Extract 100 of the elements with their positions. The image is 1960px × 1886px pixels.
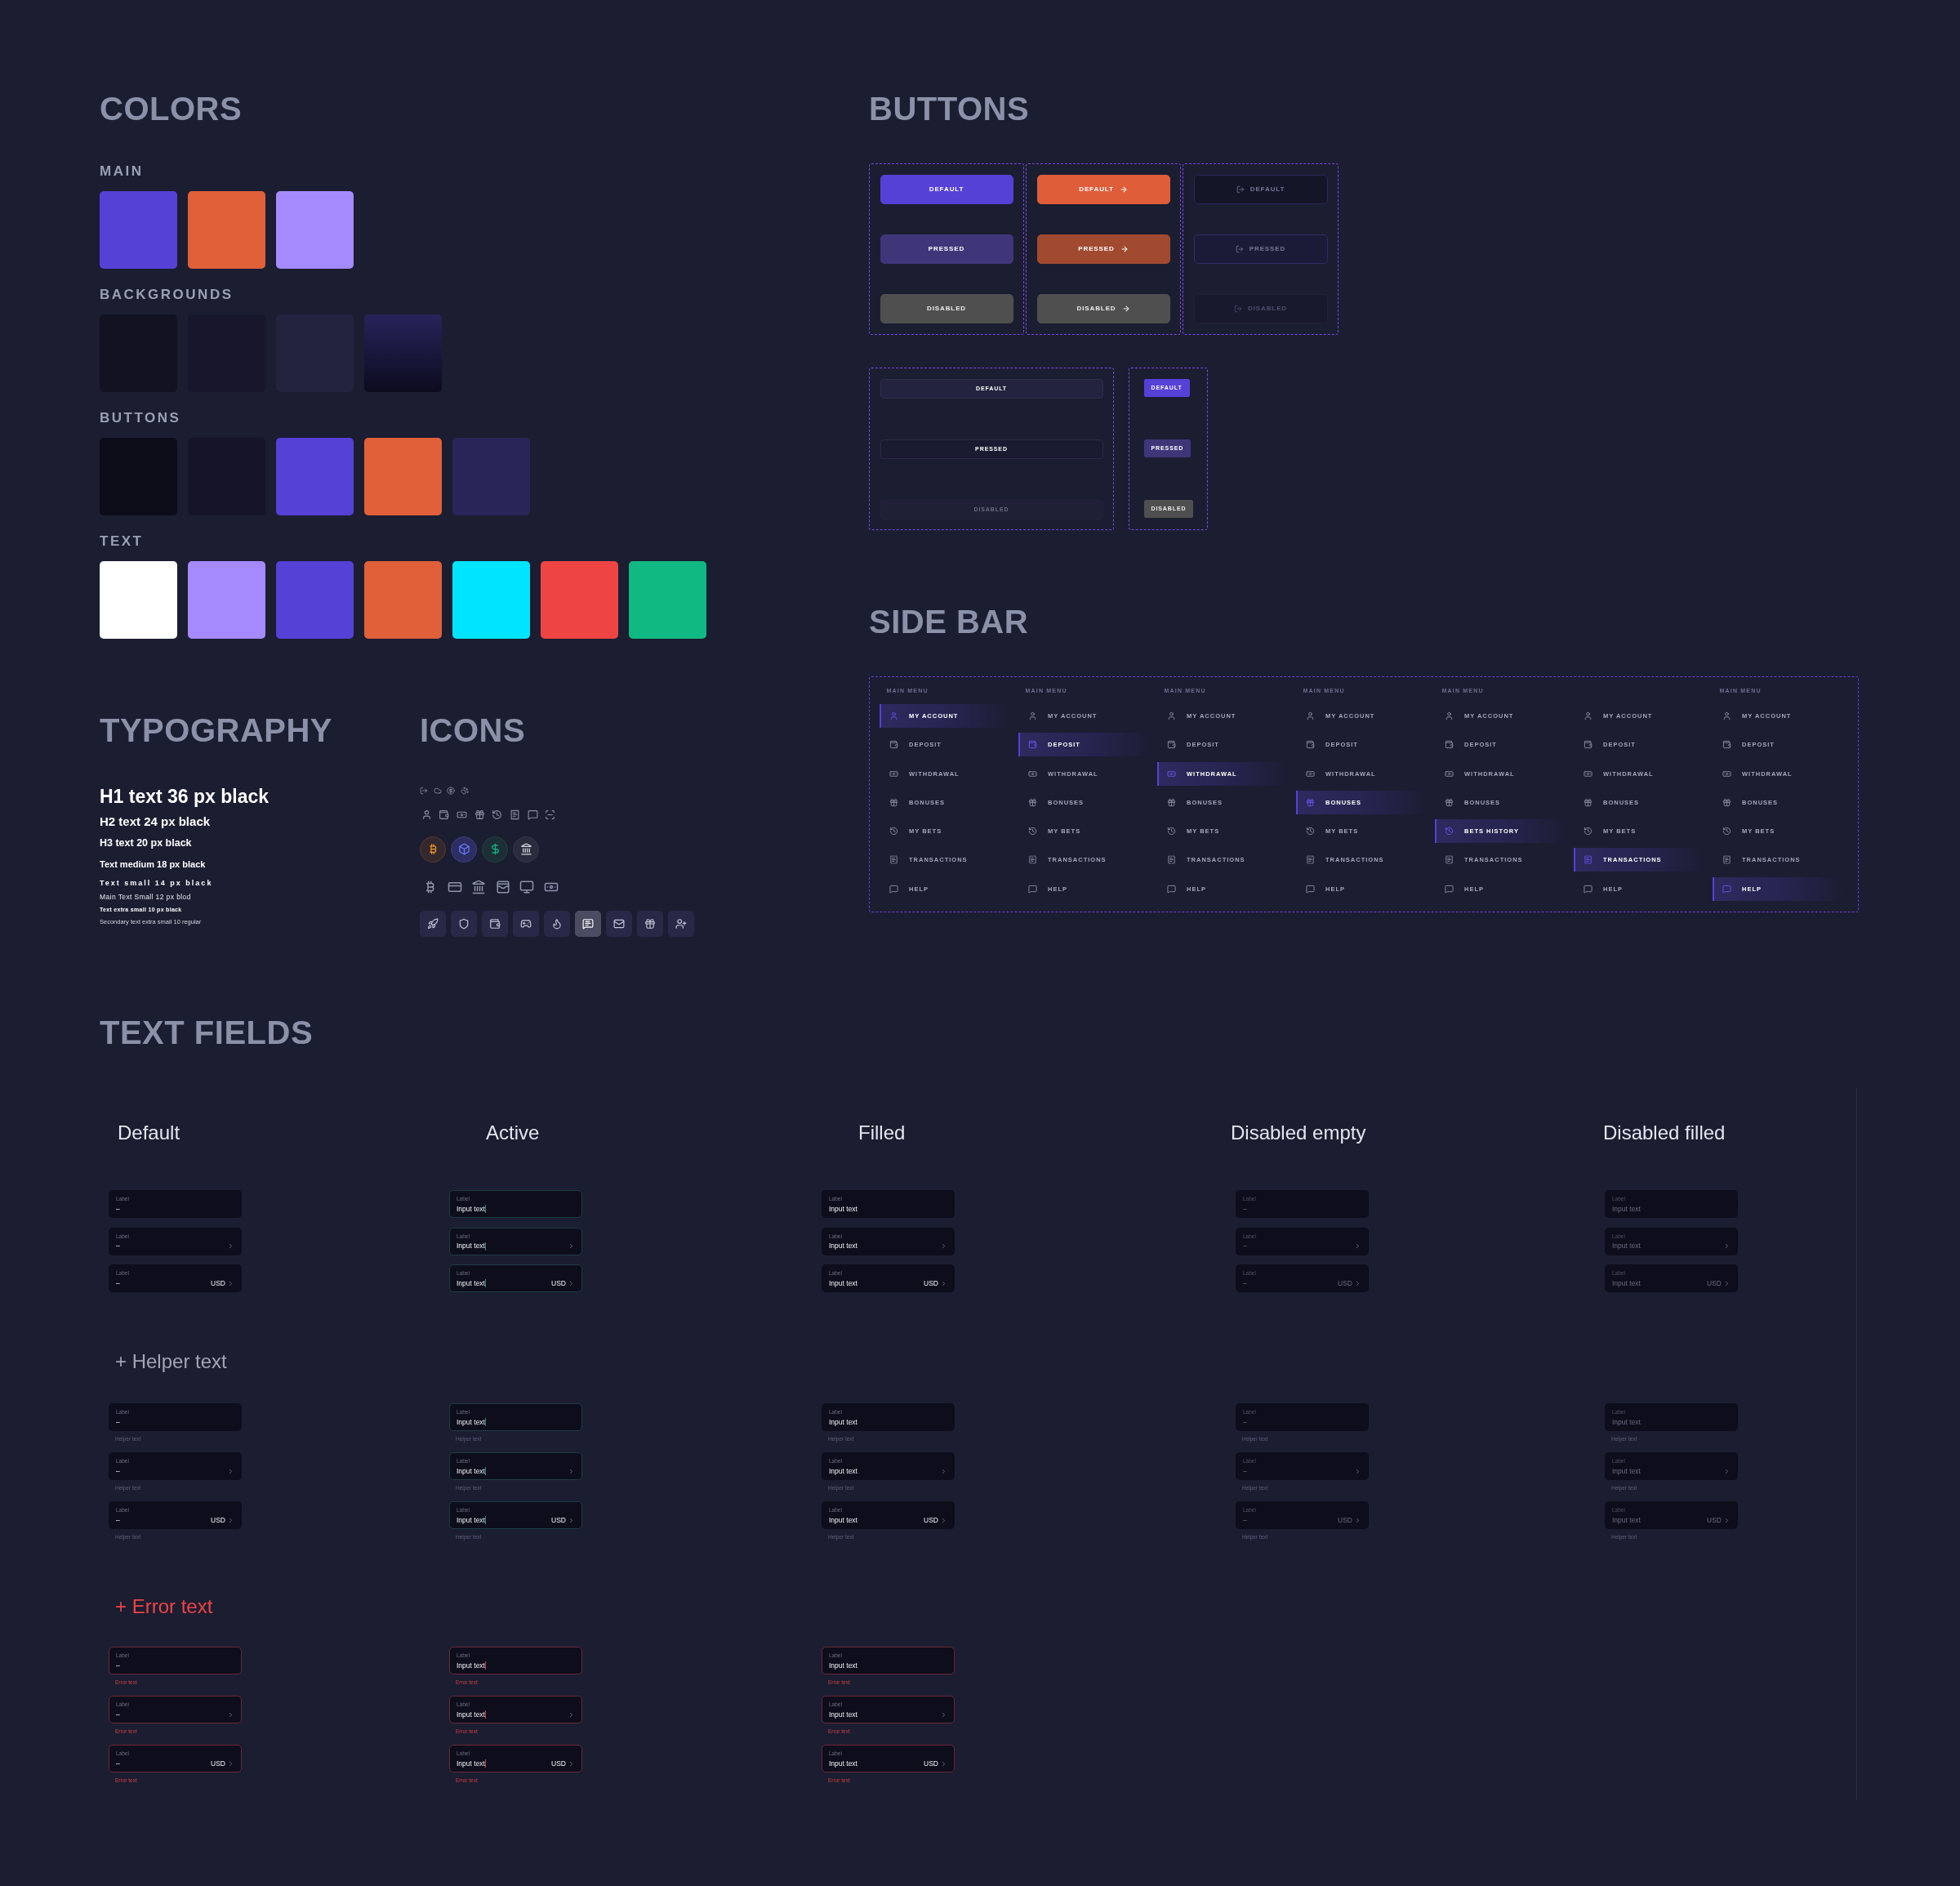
receipt-icon: [1445, 855, 1454, 865]
field-value: Input text: [829, 1204, 858, 1214]
receipt-icon: [1167, 855, 1176, 865]
field-value: –: [116, 1466, 120, 1476]
field-value: Input text: [457, 1417, 485, 1427]
history-icon: [1445, 827, 1454, 836]
field-value: –: [1243, 1242, 1247, 1251]
currency-label: USD: [1707, 1515, 1722, 1525]
currency-label: USD: [924, 1515, 938, 1525]
accent-button[interactable]: PRESSED: [1036, 234, 1170, 264]
field-value: Input text: [1612, 1278, 1641, 1288]
field-value: Input text: [829, 1515, 858, 1525]
gift-icon[interactable]: [637, 910, 663, 937]
receipt-icon: [1028, 855, 1037, 865]
chat-icon: [1445, 884, 1454, 894]
chat-icon: [1584, 884, 1592, 894]
currency-label: USD: [1338, 1278, 1352, 1288]
wallet-icon[interactable]: [482, 910, 508, 937]
primary-button[interactable]: PRESSED: [880, 234, 1013, 264]
history-icon: [492, 809, 503, 820]
rocket-icon[interactable]: [420, 910, 446, 937]
field-value: Input text: [457, 1759, 485, 1768]
field-value: Input text: [829, 1417, 858, 1427]
field-value: Input text: [457, 1278, 485, 1288]
group-title: + Helper text: [115, 1350, 227, 1373]
user-icon: [1167, 711, 1176, 720]
currency-label: USD: [551, 1515, 566, 1525]
cash-icon: [1028, 769, 1037, 778]
wallet-icon: [1445, 740, 1454, 750]
history-icon: [1028, 827, 1037, 836]
currency-label: USD: [211, 1278, 225, 1288]
receipt-icon: [889, 855, 898, 865]
field-value: –: [116, 1278, 120, 1288]
mail-icon[interactable]: [606, 910, 632, 937]
section-title: COLORS: [100, 90, 243, 128]
field-value: Input text: [457, 1242, 485, 1251]
color-group-title: BUTTONS: [100, 409, 181, 427]
wallet-icon: [889, 740, 898, 750]
field-value: Input text: [457, 1466, 485, 1476]
wallet-icon: [1722, 740, 1731, 750]
text-cursor-icon: [485, 1205, 487, 1213]
history-icon: [1167, 827, 1176, 836]
cube-icon: [451, 836, 477, 863]
arrow-right-icon: [1119, 185, 1128, 194]
text-cursor-icon: [485, 1759, 487, 1768]
user-icon: [1722, 711, 1731, 720]
history-icon: [889, 827, 898, 836]
flame-icon[interactable]: [544, 910, 570, 937]
chat-icon: [1722, 884, 1731, 894]
receipt-icon: [1306, 855, 1315, 865]
field-value: Input text: [1612, 1466, 1641, 1476]
field-value: –: [116, 1242, 120, 1251]
logout-icon: [1235, 244, 1244, 253]
user-icon: [1306, 711, 1315, 720]
field-value: –: [116, 1759, 120, 1768]
text-cursor-icon: [485, 1516, 487, 1524]
type-sample-text: H2 text 24 px black: [100, 814, 211, 829]
shield-icon[interactable]: [451, 910, 477, 937]
cloud-icon: [433, 787, 442, 795]
wallet-icon: [1028, 740, 1037, 750]
wallet-icon: [439, 809, 450, 820]
text-cursor-icon: [485, 1418, 487, 1426]
chat-icon: [1028, 884, 1037, 894]
bitcoin-icon: [420, 836, 446, 863]
field-value: Input text: [829, 1278, 858, 1288]
outline-button[interactable]: PRESSED: [1193, 234, 1328, 264]
cash-icon: [889, 769, 898, 778]
section-title: TEXT FIELDS: [100, 1014, 314, 1052]
field-value: –: [116, 1661, 120, 1670]
bank-icon: [513, 836, 539, 863]
accent-button[interactable]: DEFAULT: [1036, 174, 1170, 204]
primary-button[interactable]: DEFAULT: [880, 174, 1013, 204]
type-sample-text: Text small 14 px black: [100, 878, 213, 888]
cash-icon: [1167, 769, 1176, 778]
color-group-title: MAIN: [100, 163, 144, 181]
column-heading: Default: [118, 1121, 180, 1144]
gamepad-icon[interactable]: [513, 910, 539, 937]
currency-label: USD: [924, 1278, 938, 1288]
cash-icon: [1584, 769, 1592, 778]
chat-icon: [1306, 884, 1315, 894]
section-title: ICONS: [420, 711, 526, 750]
text-cursor-icon: [485, 1710, 487, 1719]
field-value: –: [116, 1710, 120, 1719]
chat-icon: [889, 884, 898, 894]
field-value: Input text: [457, 1204, 485, 1214]
currency-label: USD: [211, 1515, 225, 1525]
outline-button[interactable]: DEFAULT: [1193, 174, 1328, 204]
cash-icon: [1445, 769, 1454, 778]
history-icon: [1722, 827, 1731, 836]
color-group-title: TEXT: [100, 533, 144, 551]
text-cursor-icon: [485, 1467, 487, 1475]
chat-icon[interactable]: [575, 910, 601, 937]
wallet-icon: [495, 879, 510, 894]
gift-icon: [1306, 797, 1315, 807]
add-user-icon[interactable]: [668, 910, 694, 937]
currency-label: USD: [211, 1759, 225, 1768]
gift-icon: [1167, 797, 1176, 807]
logout-icon: [1233, 304, 1242, 313]
currency-label: USD: [1707, 1278, 1722, 1288]
currency-label: USD: [551, 1759, 566, 1768]
